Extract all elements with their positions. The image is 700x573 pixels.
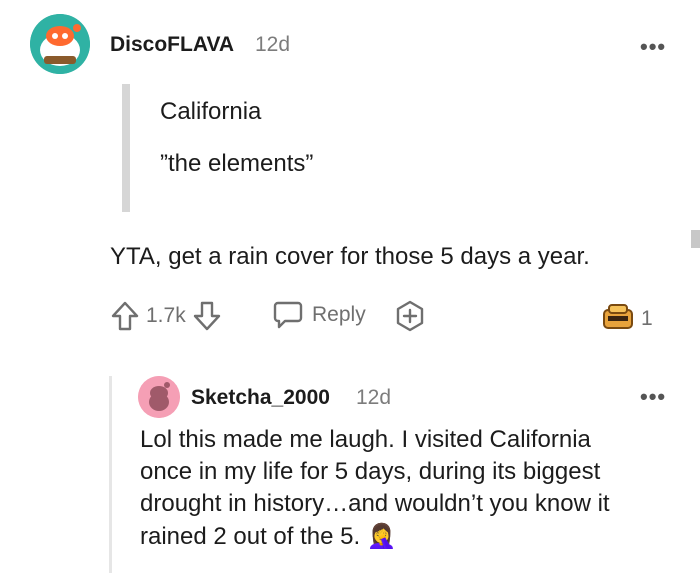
gold-award-icon[interactable] bbox=[601, 302, 635, 337]
plus-award-icon[interactable] bbox=[394, 300, 426, 337]
reply-button[interactable]: Reply bbox=[272, 300, 366, 330]
reply-line: rained 2 out of the 5. 🤦‍♀️ bbox=[140, 520, 695, 553]
reply-line: Lol this made me laugh. I visited Califo… bbox=[140, 426, 591, 453]
upvote-arrow-icon[interactable] bbox=[110, 300, 140, 332]
reply-username[interactable]: Sketcha_2000 bbox=[191, 386, 330, 410]
scrollbar-thumb[interactable] bbox=[691, 230, 700, 248]
reply-line: drought in history…and wouldn’t you know… bbox=[140, 490, 610, 517]
reply-avatar[interactable] bbox=[138, 376, 180, 418]
snoo-avatar-icon bbox=[30, 14, 90, 74]
quote-bar bbox=[122, 84, 130, 212]
vote-group: 1.7k bbox=[110, 300, 222, 332]
speech-bubble-icon bbox=[272, 300, 304, 330]
downvote-arrow-icon[interactable] bbox=[192, 300, 222, 332]
reply-line-text: rained 2 out of the 5. bbox=[140, 523, 361, 550]
thread-line[interactable] bbox=[109, 376, 112, 573]
quote-line-1: California bbox=[160, 98, 262, 125]
comment-timestamp: 12d bbox=[255, 33, 291, 56]
more-options-icon[interactable]: ••• bbox=[640, 34, 666, 60]
comment-body: YTA, get a rain cover for those 5 days a… bbox=[110, 243, 590, 270]
award-count: 1 bbox=[641, 307, 653, 330]
avatar[interactable] bbox=[30, 14, 90, 74]
more-options-icon[interactable]: ••• bbox=[640, 384, 666, 410]
snoo-avatar-icon bbox=[138, 376, 180, 418]
reply-timestamp: 12d bbox=[356, 386, 392, 409]
vote-count: 1.7k bbox=[146, 304, 186, 327]
reply-body: Lol this made me laugh. I visited Califo… bbox=[140, 424, 695, 553]
reply-label: Reply bbox=[312, 303, 366, 326]
comment-username[interactable]: DiscoFLAVA bbox=[110, 33, 234, 57]
reply-line: once in my life for 5 days, during its b… bbox=[140, 458, 601, 485]
facepalm-emoji-icon: 🤦‍♀️ bbox=[366, 522, 397, 550]
quote-line-2: ”the elements” bbox=[160, 150, 314, 177]
